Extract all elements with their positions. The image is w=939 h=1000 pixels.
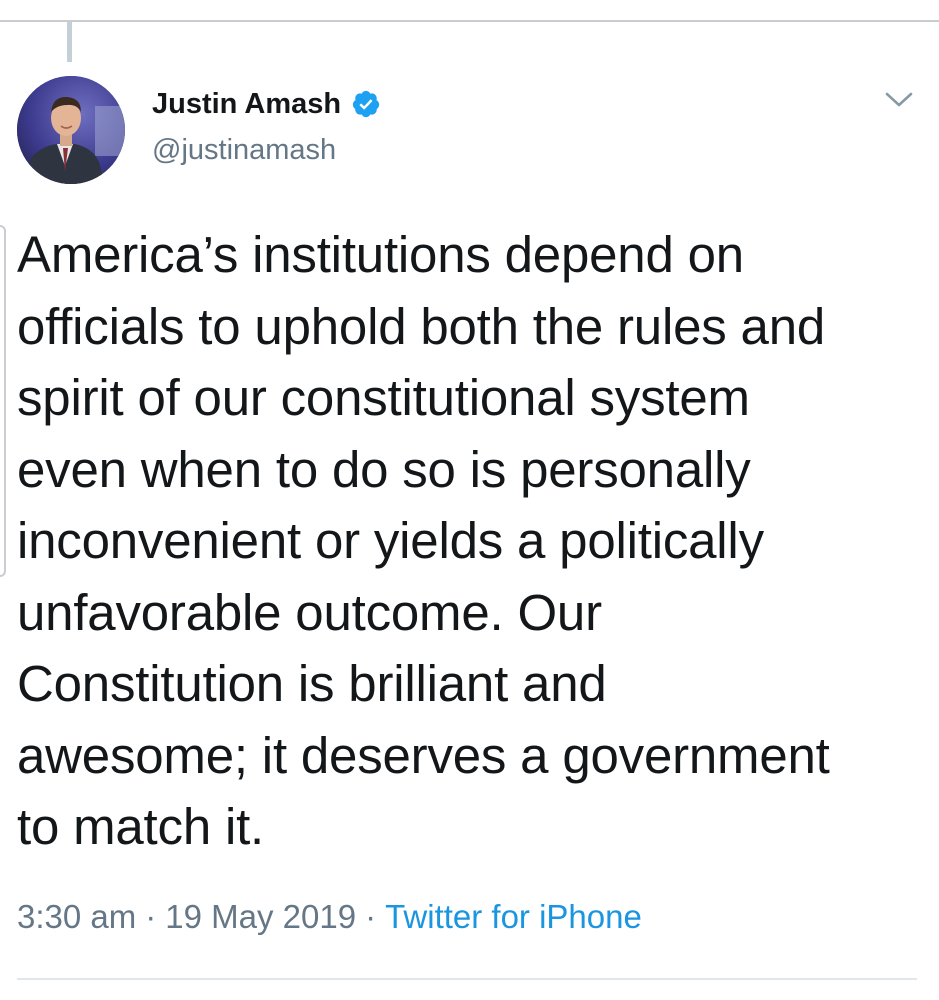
tweet-time: 3:30 am — [17, 898, 137, 935]
tweet-text: America’s institutions depend on officia… — [17, 226, 830, 855]
thread-connector-line — [67, 22, 72, 62]
tweet-source-link[interactable]: Twitter for iPhone — [385, 898, 642, 936]
top-divider — [0, 20, 939, 22]
tweet-page: Justin Amash @justinamash America’s inst… — [0, 0, 939, 1000]
verified-badge-icon — [351, 89, 381, 119]
tweet-date: 19 May 2019 — [165, 898, 357, 935]
avatar-photo — [17, 76, 125, 184]
meta-separator: · — [145, 898, 157, 935]
author-name-row[interactable]: Justin Amash — [152, 86, 381, 122]
tweet-meta: 3:30 am · 19 May 2019 · Twitter for iPho… — [17, 893, 642, 941]
left-edge-marker — [0, 225, 6, 577]
avatar[interactable] — [17, 76, 125, 184]
chevron-down-icon[interactable] — [884, 88, 914, 112]
meta-separator: · — [365, 898, 377, 935]
username[interactable]: @justinamash — [152, 132, 336, 168]
bottom-divider — [17, 978, 917, 980]
display-name[interactable]: Justin Amash — [152, 86, 341, 122]
